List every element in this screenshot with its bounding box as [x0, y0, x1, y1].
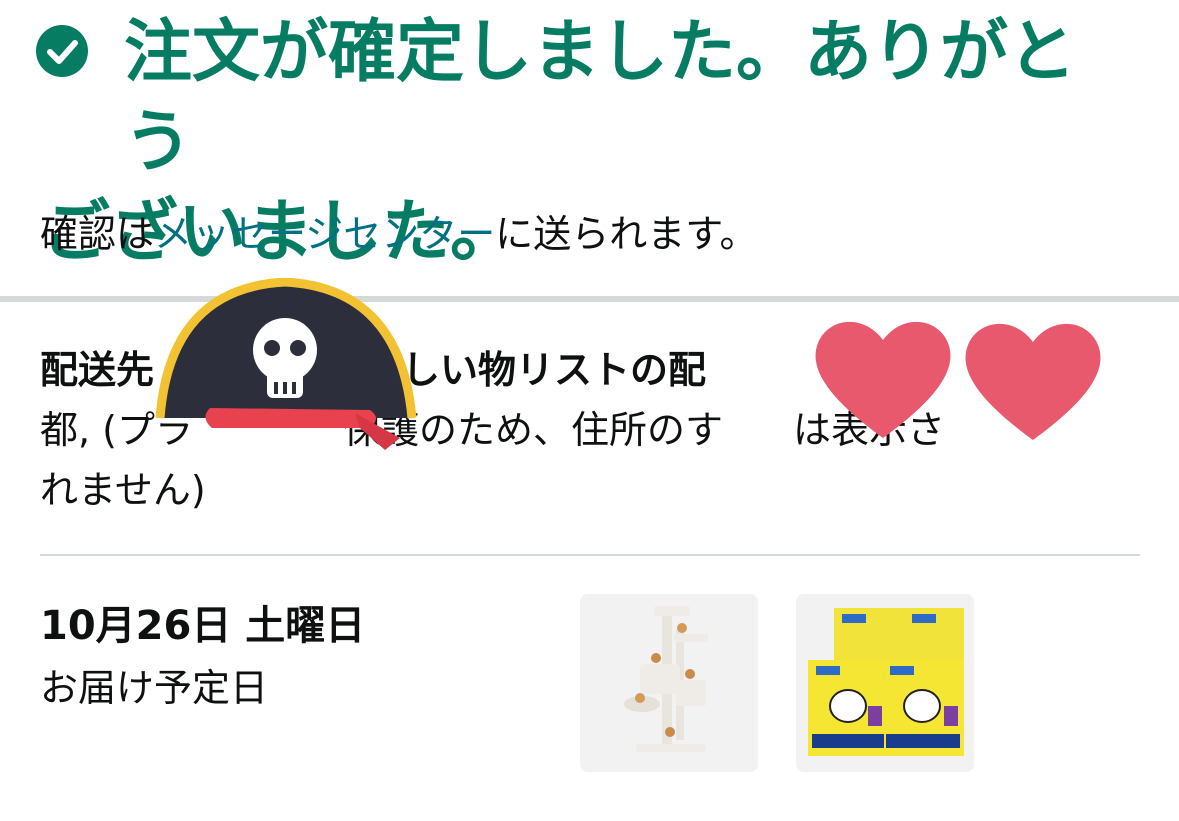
shipping-line2-start: 都, ( [40, 408, 117, 452]
title-line-1: 注文が確定しました。ありがとう [124, 13, 1077, 182]
check-circle-icon [36, 25, 88, 77]
item-divider [40, 554, 1140, 556]
cat-litter-image [796, 594, 974, 772]
cat-litter-thumbnail[interactable] [796, 594, 974, 772]
shipping-label: 配送先 [40, 348, 155, 392]
cat-tower-image [580, 594, 758, 772]
heart-icon [815, 321, 951, 438]
message-suffix: に送られます。 [495, 212, 758, 256]
delivery-label: お届け予定日 [40, 666, 269, 710]
pirate-hat-icon [155, 278, 417, 450]
message-center-link[interactable]: メッセージセンター [154, 212, 495, 256]
order-confirmation-page: 注文が確定しました。ありがとう ございました。 確認はメッセージセンターに送られ… [0, 0, 1179, 821]
message-prefix: 確認は [40, 212, 155, 256]
confirmation-message: 確認はメッセージセンターに送られます。 [40, 206, 757, 262]
heart-icon [965, 323, 1101, 440]
delivery-date: 10月26日 土曜日 [40, 603, 366, 649]
cat-tower-thumbnail[interactable] [580, 594, 758, 772]
